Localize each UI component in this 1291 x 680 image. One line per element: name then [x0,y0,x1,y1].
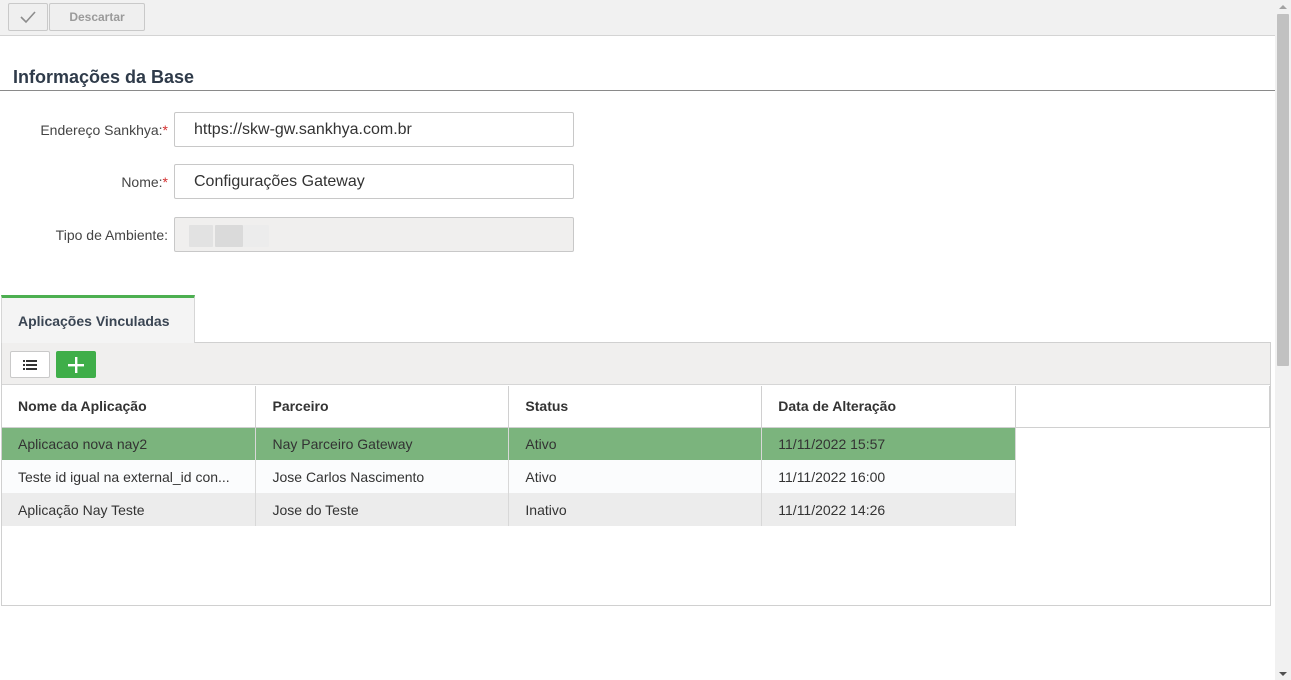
list-icon [23,359,37,370]
cell-partner: Jose Carlos Nascimento [255,460,510,493]
cell-partner: Nay Parceiro Gateway [255,427,510,460]
required-marker: * [162,122,168,138]
redacted-value [189,225,213,247]
column-header[interactable]: Data de Alteração [761,386,1017,428]
cell-status: Ativo [508,427,763,460]
cell-date: 11/11/2022 15:57 [761,427,1017,460]
column-header[interactable]: Nome da Aplicação [2,386,257,428]
redacted-value [243,225,269,247]
scrollbar-thumb[interactable] [1277,14,1289,366]
cell-status: Inativo [508,493,763,526]
form-row-name: Nome:* [0,164,580,200]
cell-partner: Jose do Teste [255,493,510,526]
scroll-down-arrow-icon[interactable] [1279,672,1287,676]
cell-empty [1015,493,1270,526]
column-header-empty [1015,386,1270,428]
plus-icon [68,356,84,373]
linked-apps-table: Nome da Aplicação Parceiro Status Data d… [2,386,1270,526]
list-view-button[interactable] [10,351,50,378]
address-label: Endereço Sankhya:* [40,122,168,138]
required-marker: * [162,174,168,190]
cell-status: Ativo [508,460,763,493]
form-row-address: Endereço Sankhya:* [0,112,580,148]
cell-app-name: Aplicacao nova nay2 [2,427,257,460]
section-divider [0,90,1275,91]
cell-empty [1015,427,1270,460]
confirm-button[interactable] [8,3,48,31]
tab-aplicacoes-vinculadas[interactable]: Aplicações Vinculadas [1,295,195,343]
scroll-up-arrow-icon[interactable] [1279,5,1287,9]
name-label: Nome:* [121,174,168,190]
env-type-field [174,217,574,252]
discard-button[interactable]: Descartar [49,3,145,31]
name-input[interactable] [174,164,574,199]
cell-app-name: Aplicação Nay Teste [2,493,257,526]
table-row[interactable]: Aplicacao nova nay2 Nay Parceiro Gateway… [2,427,1270,460]
check-icon [20,11,36,24]
cell-date: 11/11/2022 14:26 [761,493,1017,526]
vertical-scrollbar[interactable] [1275,0,1291,680]
cell-empty [1015,460,1270,493]
redacted-value [215,225,243,247]
grid-toolbar [2,343,1270,385]
linked-apps-panel: Nome da Aplicação Parceiro Status Data d… [1,342,1271,606]
address-input[interactable] [174,112,574,147]
column-header[interactable]: Parceiro [255,386,510,428]
form-row-env-type: Tipo de Ambiente: [0,217,580,253]
column-header[interactable]: Status [508,386,763,428]
add-button[interactable] [56,351,96,378]
cell-date: 11/11/2022 16:00 [761,460,1017,493]
section-title: Informações da Base [13,67,195,87]
table-header-row: Nome da Aplicação Parceiro Status Data d… [2,386,1270,428]
page: Descartar Informações da Base Endereço S… [0,0,1291,680]
table-row[interactable]: Teste id igual na external_id con... Jos… [2,460,1270,493]
cell-app-name: Teste id igual na external_id con... [2,460,257,493]
table-row[interactable]: Aplicação Nay Teste Jose do Teste Inativ… [2,493,1270,526]
top-toolbar: Descartar [0,0,1275,36]
env-type-label: Tipo de Ambiente: [55,227,168,243]
